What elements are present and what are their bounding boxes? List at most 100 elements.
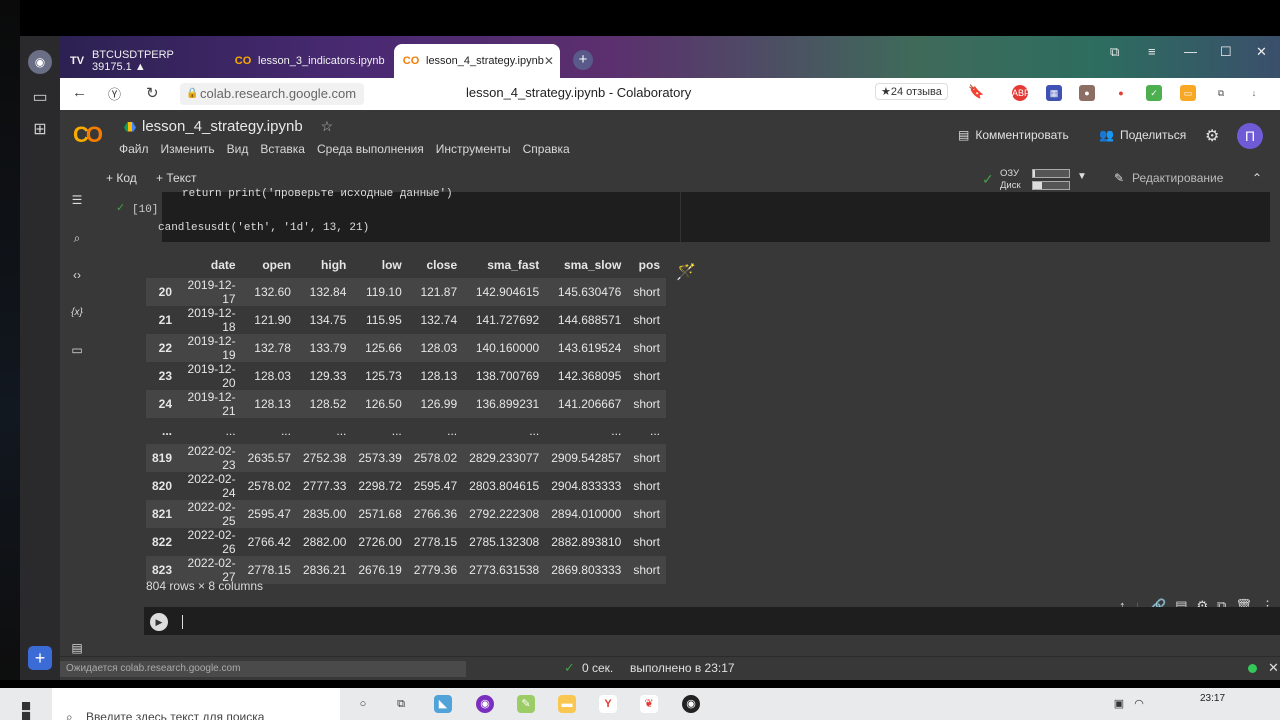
tab-label: lesson_3_indicators.ipynb [258, 55, 385, 67]
menu-tools[interactable]: Инструменты [436, 142, 511, 156]
resources-indicator[interactable]: ОЗУ Диск [1000, 168, 1021, 192]
wifi-icon[interactable]: ◠ [1130, 695, 1148, 713]
toc-icon[interactable]: ☰ [69, 192, 85, 208]
tray-icon[interactable]: ▣ [1110, 695, 1128, 713]
menu-runtime[interactable]: Среда выполнения [317, 142, 424, 156]
bookmark-icon[interactable]: 🔖 [968, 84, 984, 100]
row-index: 24 [158, 397, 173, 411]
url-field[interactable]: 🔒 colab.research.google.com [180, 83, 364, 105]
comment-button[interactable]: ▤ Комментировать [958, 128, 1069, 142]
add-code-button[interactable]: + Код [106, 171, 137, 185]
battery-icon[interactable]: ▭ [1180, 85, 1196, 101]
notebook-title[interactable]: lesson_4_strategy.ipynb ☆ [124, 118, 333, 135]
extension-icon[interactable]: ▦ [1046, 85, 1062, 101]
close-status-icon[interactable]: ✕ [1268, 660, 1279, 676]
table-cell: short [633, 563, 660, 577]
cortana-icon[interactable]: ○ [354, 695, 372, 713]
settings-gear-icon[interactable]: ⚙ [1205, 126, 1219, 146]
puzzle-icon[interactable]: ⧉ [1213, 85, 1229, 101]
yandex-browser-icon[interactable]: Y [599, 695, 617, 713]
messenger-icon[interactable]: ▭ [28, 86, 52, 110]
table-cell: 2022-02-26 [187, 528, 236, 556]
empty-code-cell[interactable] [144, 607, 1280, 635]
menu-icon[interactable]: ≡ [1148, 44, 1156, 59]
disk-bar [1032, 181, 1070, 190]
variables-icon[interactable]: {x} [69, 305, 85, 321]
add-text-button[interactable]: + Текст [156, 171, 197, 185]
reviews-badge[interactable]: ★24 отзыва [875, 83, 948, 100]
file-explorer-icon[interactable]: ▬ [558, 695, 576, 713]
menu-insert[interactable]: Вставка [260, 142, 305, 156]
obs-icon[interactable]: ◉ [682, 695, 700, 713]
disk-bar-fill [1033, 182, 1042, 189]
table-cell: 2803.804615 [469, 479, 540, 493]
app-icon[interactable]: ✎ [517, 695, 535, 713]
tab-lesson-4[interactable]: CO lesson_4_strategy.ipynb ✕ [394, 44, 560, 78]
tor-icon[interactable]: ◉ [476, 695, 494, 713]
share-button[interactable]: 👥 Поделиться [1099, 128, 1186, 142]
tab-tradingview[interactable]: TV BTCUSDTPERP 39175.1 ▲ [60, 44, 225, 78]
apps-grid-icon[interactable]: ⊞ [28, 118, 52, 142]
ram-label: ОЗУ [1000, 168, 1020, 179]
colab-logo[interactable]: CO [73, 122, 103, 148]
extension-icon[interactable]: ● [1079, 85, 1095, 101]
collapse-header-icon[interactable]: ⌃ [1252, 171, 1262, 185]
table-cell: 2778.15 [413, 535, 458, 549]
back-icon[interactable]: ← [72, 84, 87, 101]
menu-help[interactable]: Справка [523, 142, 570, 156]
table-cell: 2835.00 [302, 507, 347, 521]
close-tab-icon[interactable]: ✕ [544, 54, 554, 68]
editing-mode-label[interactable]: Редактирование [1132, 171, 1223, 185]
colab-icon: CO [402, 55, 420, 67]
tab-bar: TV BTCUSDTPERP 39175.1 ▲ CO lesson_3_ind… [60, 36, 1280, 78]
taskbar-search[interactable]: ⌕ Введите здесь текст для поиска [52, 688, 340, 720]
close-window-icon[interactable]: ✕ [1256, 44, 1267, 60]
profile-avatar-icon[interactable]: ◉ [28, 50, 52, 74]
code-cell[interactable]: ✓ [10] return print('проверьте исходные … [112, 188, 1270, 242]
column-header-sma_fast: sma_fast [487, 258, 540, 272]
column-header-high: high [321, 258, 347, 272]
table-row: 821 2022-02-25 2595.47 2835.00 2571.68 2766.3… [146, 500, 666, 528]
table-cell: 141.206667 [557, 397, 622, 411]
connection-status-icon [1248, 664, 1257, 673]
run-cell-button[interactable]: ▶ [150, 613, 168, 631]
menu-file[interactable]: Файл [119, 142, 149, 156]
table-cell: 125.66 [365, 341, 402, 355]
magic-wand-icon[interactable]: 🪄 [676, 262, 696, 282]
user-avatar[interactable]: П [1237, 123, 1263, 149]
shield-icon[interactable]: ✓ [1146, 85, 1162, 101]
code-snippets-icon[interactable]: ‹› [69, 267, 85, 283]
record-icon[interactable]: ● [1113, 85, 1129, 101]
yandex-icon[interactable]: Ⓨ [108, 84, 121, 103]
table-cell: 132.78 [254, 341, 291, 355]
folder-icon[interactable]: ▭ [69, 342, 85, 358]
menu-edit[interactable]: Изменить [161, 142, 215, 156]
adblock-icon[interactable]: ABP [1012, 85, 1030, 101]
table-row: 23 2019-12-20 128.03 129.33 125.73 128.13 138.… [146, 362, 666, 390]
notebook-name[interactable]: lesson_4_strategy.ipynb [142, 118, 303, 135]
tab-lesson-3[interactable]: CO lesson_3_indicators.ipynb [226, 44, 394, 78]
menu-view[interactable]: Вид [227, 142, 249, 156]
download-icon[interactable]: ↓ [1246, 85, 1262, 101]
task-view-icon[interactable]: ⧉ [392, 695, 410, 713]
text-cursor [182, 615, 183, 629]
row-index: ... [162, 424, 173, 438]
minimize-icon[interactable]: — [1184, 44, 1197, 59]
maximize-icon[interactable]: ☐ [1220, 44, 1232, 60]
search-icon[interactable]: ⌕ [69, 230, 85, 246]
app-icon[interactable]: ❦ [640, 695, 658, 713]
table-cell: 128.03 [420, 341, 458, 355]
star-icon[interactable]: ☆ [321, 118, 334, 135]
new-tab-button[interactable]: + [573, 50, 593, 70]
table-cell: ... [529, 424, 540, 438]
app-icon[interactable]: ◣ [434, 695, 452, 713]
taskbar-clock[interactable]: 23:17 [1200, 693, 1225, 704]
table-cell: 129.33 [309, 369, 347, 383]
windows-start-icon[interactable] [22, 702, 31, 720]
reload-icon[interactable]: ↻ [146, 84, 159, 102]
chevron-down-icon[interactable]: ▼ [1077, 171, 1087, 182]
collections-icon[interactable]: ⧉ [1110, 44, 1119, 60]
add-sidebar-button[interactable]: + [28, 646, 52, 670]
terminal-icon[interactable]: ▤ [69, 640, 85, 656]
table-cell: 2298.72 [358, 479, 402, 493]
